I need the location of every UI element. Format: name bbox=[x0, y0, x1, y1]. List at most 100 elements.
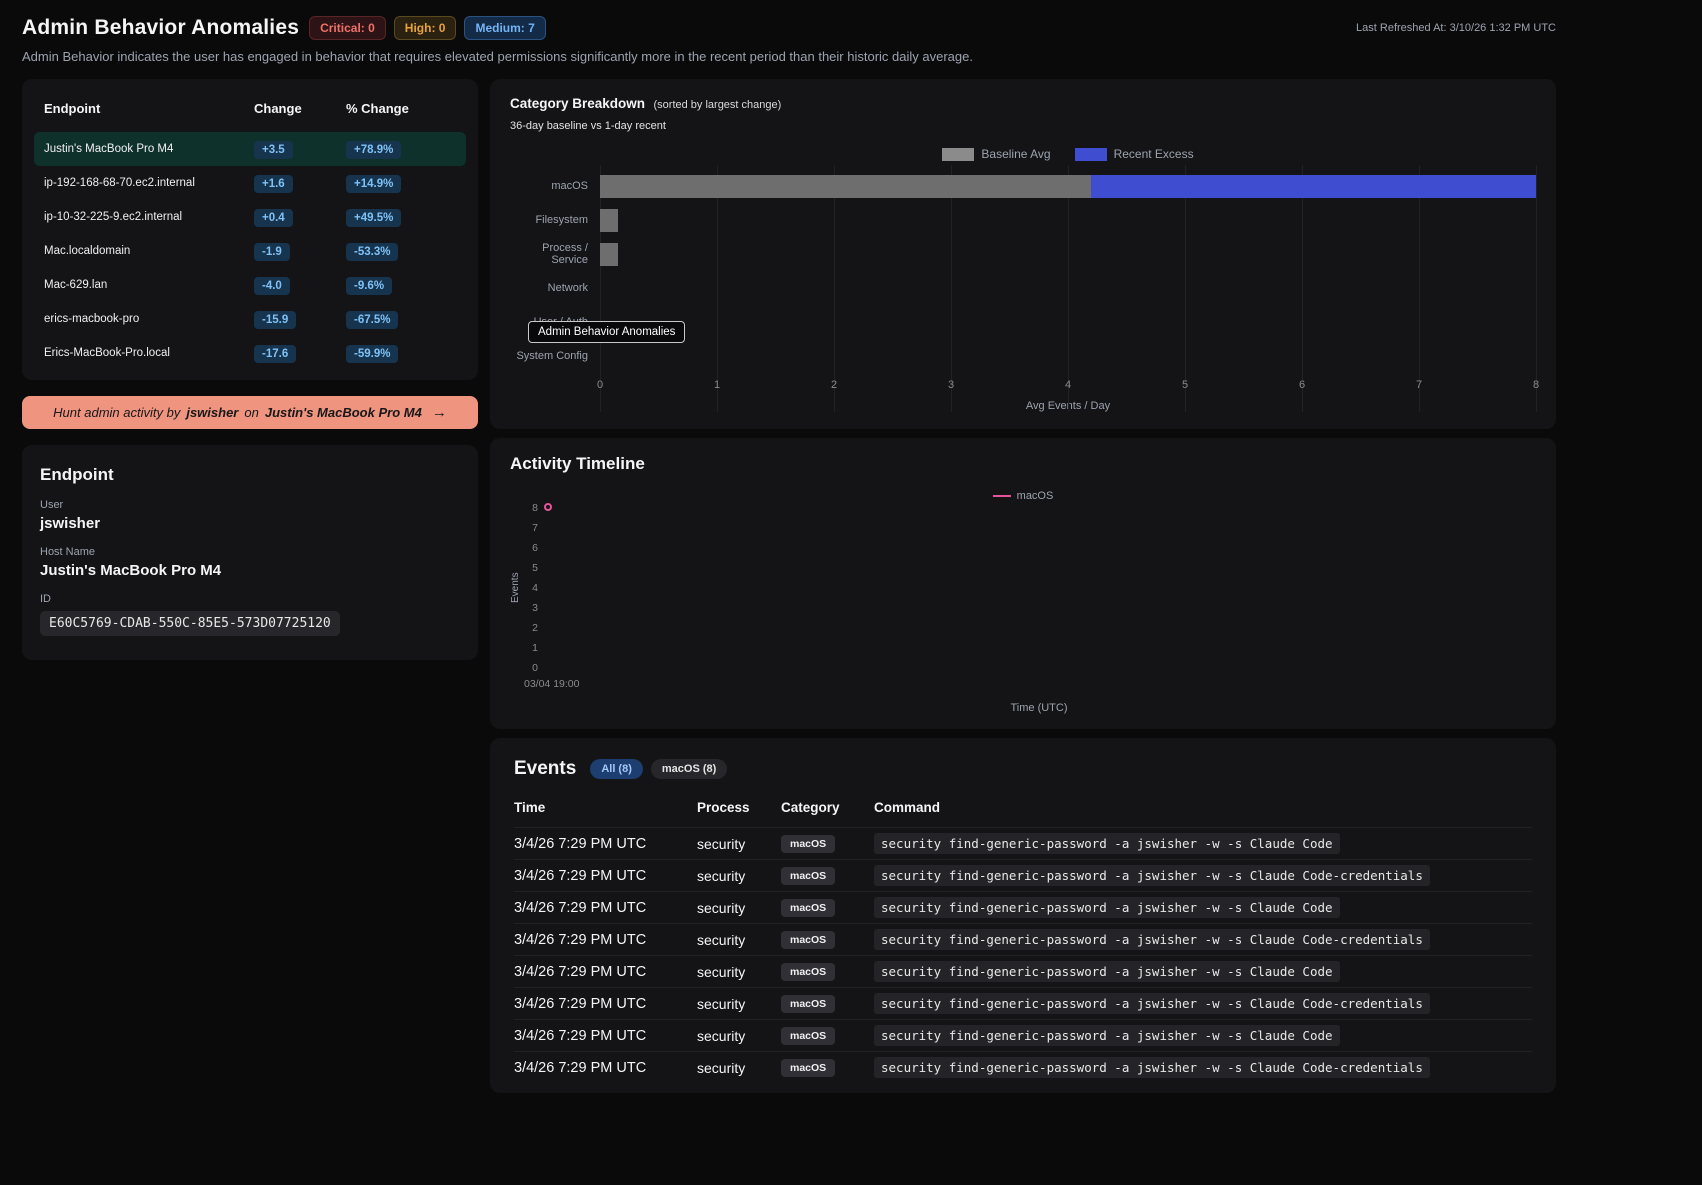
category-label: macOS bbox=[551, 180, 588, 192]
events-tab-all[interactable]: All (8) bbox=[590, 759, 643, 779]
event-time: 3/4/26 7:29 PM UTC bbox=[514, 899, 647, 916]
category-chart-xticks: 0 1 2 3 4 5 6 7 8 bbox=[597, 379, 1539, 395]
events-title: Events bbox=[514, 758, 577, 779]
event-category-cell: macOS bbox=[781, 994, 874, 1013]
events-table-row: 3/4/26 7:29 PM UTC security macOS security … bbox=[514, 859, 1532, 891]
event-command-cell: security find-generic-password -a jswish… bbox=[874, 864, 1532, 886]
y-axis-tick: 6 bbox=[532, 542, 538, 554]
hunt-prefix: Hunt admin activity by bbox=[53, 405, 181, 420]
macos-series-legend-swatch bbox=[992, 495, 1011, 497]
category-breakdown-title-row: Category Breakdown (sorted by largest ch… bbox=[510, 95, 1536, 113]
category-bar[interactable] bbox=[600, 208, 1536, 232]
legend-item-excess[interactable]: Recent Excess bbox=[1074, 147, 1194, 161]
endpoint-name: Justin's MacBook Pro M4 bbox=[44, 143, 174, 155]
change-pill: -17.6 bbox=[254, 344, 297, 363]
event-command: security find-generic-password -a jswish… bbox=[874, 1024, 1340, 1046]
macos-series-legend-label: macOS bbox=[1016, 490, 1054, 502]
pct-change-pill: -53.3% bbox=[346, 242, 399, 261]
endpoint-details-title: Endpoint bbox=[40, 465, 114, 484]
col-pct-change: % Change bbox=[346, 101, 409, 116]
category-bar[interactable] bbox=[600, 277, 1536, 300]
hunt-admin-activity-button[interactable]: Hunt admin activity by jswisher on Justi… bbox=[22, 396, 478, 429]
endpoint-table-row[interactable]: Erics-MacBook-Pro.local -17.6 -59.9% bbox=[34, 336, 466, 370]
endpoint-table-body: Justin's MacBook Pro M4 +3.5 +78.9% ip-192-… bbox=[34, 132, 466, 370]
x-axis-tick: 3 bbox=[947, 379, 955, 391]
baseline-bar-segment[interactable] bbox=[600, 174, 1092, 198]
endpoint-table-row[interactable]: Justin's MacBook Pro M4 +3.5 +78.9% bbox=[34, 132, 466, 166]
event-time: 3/4/26 7:29 PM UTC bbox=[514, 1059, 647, 1076]
x-axis-tick: 1 bbox=[713, 379, 721, 391]
events-table-row: 3/4/26 7:29 PM UTC security macOS security … bbox=[514, 827, 1532, 859]
event-command: security find-generic-password -a jswish… bbox=[874, 992, 1430, 1014]
category-label: System Config bbox=[516, 350, 588, 362]
endpoint-name: ip-192-168-68-70.ec2.internal bbox=[44, 177, 195, 189]
pct-change-pill: -59.9% bbox=[346, 344, 399, 363]
category-label: Filesystem bbox=[535, 214, 588, 226]
critical-badge: Critical: 0 bbox=[309, 16, 386, 40]
col-command: Command bbox=[874, 800, 941, 815]
endpoint-table-row[interactable]: erics-macbook-pro -15.9 -67.5% bbox=[34, 302, 466, 336]
endpoint-table-row[interactable]: ip-192-168-68-70.ec2.internal +1.6 +14.9% bbox=[34, 166, 466, 200]
events-tab-macos[interactable]: macOS (8) bbox=[650, 759, 728, 779]
category-chart-row: Network bbox=[510, 271, 1536, 305]
timeline-xtick: 03/04 19:00 bbox=[524, 678, 580, 690]
category-chart-row: Filesystem bbox=[510, 203, 1536, 237]
endpoint-table-row[interactable]: Mac.localdomain -1.9 -53.3% bbox=[34, 234, 466, 268]
legend-item-baseline[interactable]: Baseline Avg bbox=[942, 147, 1051, 161]
arrow-right-icon: → bbox=[431, 404, 447, 421]
category-chart-plot: macOSFilesystemProcess / ServiceNetworkU… bbox=[510, 165, 1539, 412]
events-header: Events All (8) macOS (8) bbox=[514, 758, 1532, 780]
high-badge: High: 0 bbox=[393, 16, 457, 40]
y-axis-tick: 8 bbox=[532, 502, 538, 514]
baseline-legend-label: Baseline Avg bbox=[981, 147, 1051, 161]
category-bar[interactable] bbox=[600, 345, 1536, 368]
data-point[interactable] bbox=[544, 503, 552, 511]
event-time: 3/4/26 7:29 PM UTC bbox=[514, 931, 647, 948]
change-pill: -4.0 bbox=[254, 276, 290, 295]
event-command: security find-generic-password -a jswish… bbox=[874, 960, 1340, 982]
left-column: Endpoint Change % Change Justin's MacBoo… bbox=[22, 79, 478, 660]
event-command-cell: security find-generic-password -a jswish… bbox=[874, 1024, 1532, 1046]
events-table-row: 3/4/26 7:29 PM UTC security macOS security … bbox=[514, 987, 1532, 1019]
event-process: security bbox=[697, 1027, 746, 1044]
event-command-cell: security find-generic-password -a jswish… bbox=[874, 960, 1532, 982]
x-axis-tick: 6 bbox=[1298, 379, 1306, 391]
change-cell: -4.0 bbox=[254, 276, 346, 295]
medium-badge: Medium: 7 bbox=[464, 16, 546, 40]
y-axis-tick: 2 bbox=[532, 622, 538, 634]
event-command-cell: security find-generic-password -a jswish… bbox=[874, 1056, 1532, 1078]
change-pill: -15.9 bbox=[254, 310, 297, 329]
event-category-cell: macOS bbox=[781, 866, 874, 885]
pct-change-pill: +14.9% bbox=[346, 174, 402, 193]
change-pill: +1.6 bbox=[254, 174, 293, 193]
category-bar[interactable] bbox=[600, 311, 1536, 334]
excess-bar-segment[interactable] bbox=[1091, 174, 1536, 198]
events-table-body: 3/4/26 7:29 PM UTC security macOS security … bbox=[514, 827, 1532, 1083]
main-grid: Endpoint Change % Change Justin's MacBoo… bbox=[22, 79, 1556, 1093]
category-bar[interactable] bbox=[600, 242, 1536, 266]
excess-legend-swatch bbox=[1074, 147, 1107, 161]
page-description: Admin Behavior indicates the user has en… bbox=[22, 49, 973, 64]
x-axis-tick: 5 bbox=[1181, 379, 1189, 391]
event-command-cell: security find-generic-password -a jswish… bbox=[874, 896, 1532, 918]
col-time: Time bbox=[514, 800, 546, 815]
endpoint-id-value: E60C5769-CDAB-550C-85E5-573D07725120 bbox=[40, 611, 340, 636]
baseline-bar-segment[interactable] bbox=[600, 242, 618, 266]
timeline-ylabel: Events bbox=[510, 572, 521, 604]
pct-change-cell: +49.5% bbox=[346, 208, 456, 227]
category-bar[interactable] bbox=[600, 174, 1536, 198]
timeline-legend-item[interactable]: macOS bbox=[510, 490, 1536, 502]
event-category-badge: macOS bbox=[781, 963, 836, 981]
endpoint-table-row[interactable]: ip-10-32-225-9.ec2.internal +0.4 +49.5% bbox=[34, 200, 466, 234]
event-command: security find-generic-password -a jswish… bbox=[874, 832, 1340, 854]
category-breakdown-panel: Category Breakdown (sorted by largest ch… bbox=[490, 79, 1556, 429]
endpoint-name: Mac-629.lan bbox=[44, 279, 108, 291]
events-table-row: 3/4/26 7:29 PM UTC security macOS security … bbox=[514, 1019, 1532, 1051]
change-cell: -17.6 bbox=[254, 344, 346, 363]
event-category-cell: macOS bbox=[781, 834, 874, 853]
activity-timeline-title: Activity Timeline bbox=[510, 454, 645, 473]
category-breakdown-subtitle: 36-day baseline vs 1-day recent bbox=[510, 120, 666, 132]
endpoint-table-row[interactable]: Mac-629.lan -4.0 -9.6% bbox=[34, 268, 466, 302]
baseline-bar-segment[interactable] bbox=[600, 208, 618, 232]
change-cell: +0.4 bbox=[254, 208, 346, 227]
